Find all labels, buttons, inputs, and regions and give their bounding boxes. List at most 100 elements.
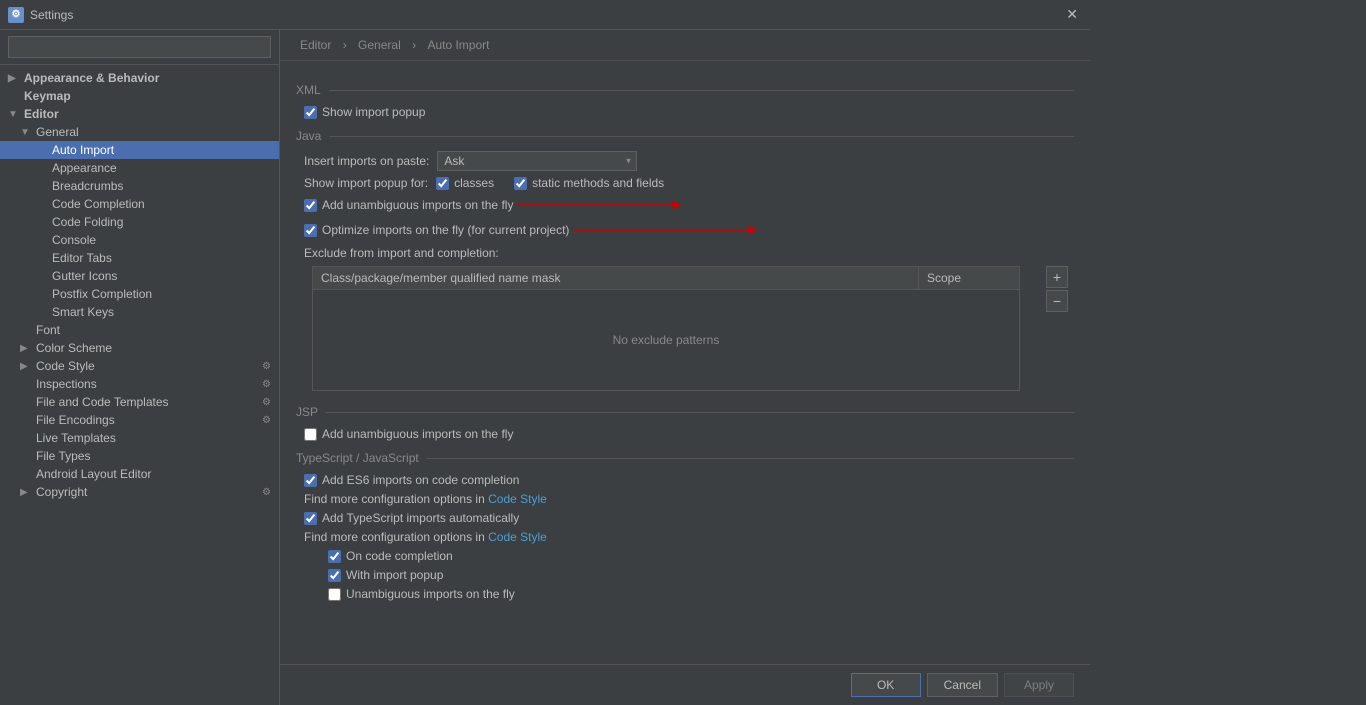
gear-icon: ⚙ bbox=[262, 487, 271, 498]
sidebar-label: Console bbox=[52, 233, 96, 247]
sidebar-item-console[interactable]: Console bbox=[0, 231, 279, 249]
sidebar-item-appearance-behavior[interactable]: ▶ Appearance & Behavior bbox=[0, 69, 279, 87]
ok-button[interactable]: OK bbox=[851, 673, 921, 697]
unambiguous-imports-label[interactable]: Unambiguous imports on the fly bbox=[328, 587, 515, 601]
exclude-table-container: Class/package/member qualified name mask… bbox=[304, 266, 1042, 391]
unambiguous-imports-row: Unambiguous imports on the fly bbox=[320, 587, 1074, 601]
show-import-popup-checkbox-label[interactable]: Show import popup bbox=[304, 105, 425, 119]
tree-arrow: ▶ bbox=[20, 361, 34, 372]
sidebar-label: Live Templates bbox=[36, 431, 116, 445]
gear-icon: ⚙ bbox=[262, 379, 271, 390]
apply-button[interactable]: Apply bbox=[1004, 673, 1074, 697]
jsp-section-header: JSP bbox=[296, 405, 1074, 419]
table-col-name: Class/package/member qualified name mask bbox=[313, 267, 919, 289]
sidebar-item-file-encodings[interactable]: File Encodings ⚙ bbox=[0, 411, 279, 429]
sidebar-label: Appearance bbox=[52, 161, 117, 175]
jsp-add-unambiguous-text: Add unambiguous imports on the fly bbox=[322, 427, 513, 441]
add-ts-imports-label[interactable]: Add TypeScript imports automatically bbox=[304, 511, 519, 525]
exclude-label: Exclude from import and completion: bbox=[304, 246, 499, 260]
sidebar-item-postfix-completion[interactable]: Postfix Completion bbox=[0, 285, 279, 303]
on-code-completion-checkbox[interactable] bbox=[328, 550, 341, 563]
static-methods-checkbox-label[interactable]: static methods and fields bbox=[514, 176, 664, 190]
sidebar-item-auto-import[interactable]: Auto Import bbox=[0, 141, 279, 159]
show-popup-label: Show import popup for: bbox=[304, 176, 428, 190]
with-import-popup-label[interactable]: With import popup bbox=[328, 568, 443, 582]
jsp-add-unambiguous-checkbox[interactable] bbox=[304, 428, 317, 441]
code-style-link-1[interactable]: Code Style bbox=[488, 492, 547, 506]
section-divider bbox=[326, 412, 1074, 413]
sidebar-label: Keymap bbox=[24, 89, 71, 103]
sidebar-label: General bbox=[36, 125, 79, 139]
add-unambiguous-checkbox[interactable] bbox=[304, 199, 317, 212]
search-input[interactable] bbox=[8, 36, 271, 58]
sidebar-label: File Encodings bbox=[36, 413, 115, 427]
breadcrumb-general: General bbox=[358, 38, 401, 52]
jsp-add-unambiguous-label[interactable]: Add unambiguous imports on the fly bbox=[304, 427, 513, 441]
java-section-header: Java bbox=[296, 129, 1074, 143]
add-es6-label[interactable]: Add ES6 imports on code completion bbox=[304, 473, 519, 487]
show-popup-for-row: Show import popup for: classes static me… bbox=[296, 176, 1074, 190]
sidebar-item-code-style[interactable]: ▶ Code Style ⚙ bbox=[0, 357, 279, 375]
with-import-popup-row: With import popup bbox=[320, 568, 1074, 582]
sidebar-item-editor[interactable]: ▼ Editor bbox=[0, 105, 279, 123]
sidebar-item-general[interactable]: ▼ General bbox=[0, 123, 279, 141]
sidebar-label: Code Completion bbox=[52, 197, 145, 211]
sidebar-label: Code Style bbox=[36, 359, 95, 373]
sidebar-item-inspections[interactable]: Inspections ⚙ bbox=[0, 375, 279, 393]
add-ts-imports-checkbox[interactable] bbox=[304, 512, 317, 525]
sidebar-item-breadcrumbs[interactable]: Breadcrumbs bbox=[0, 177, 279, 195]
code-style-link-2[interactable]: Code Style bbox=[488, 530, 547, 544]
sidebar-label: Editor Tabs bbox=[52, 251, 112, 265]
unambiguous-imports-text: Unambiguous imports on the fly bbox=[346, 587, 515, 601]
settings-tree: ▶ Appearance & Behavior Keymap ▼ Editor … bbox=[0, 65, 279, 705]
sidebar-item-gutter-icons[interactable]: Gutter Icons bbox=[0, 267, 279, 285]
unambiguous-imports-checkbox[interactable] bbox=[328, 588, 341, 601]
static-methods-checkbox[interactable] bbox=[514, 177, 527, 190]
sidebar-item-copyright[interactable]: ▶ Copyright ⚙ bbox=[0, 483, 279, 501]
tree-arrow: ▶ bbox=[20, 487, 34, 498]
sidebar-item-live-templates[interactable]: Live Templates bbox=[0, 429, 279, 447]
add-es6-row: Add ES6 imports on code completion bbox=[296, 473, 1074, 487]
sidebar-item-code-folding[interactable]: Code Folding bbox=[0, 213, 279, 231]
show-import-popup-checkbox[interactable] bbox=[304, 106, 317, 119]
add-pattern-button[interactable]: + bbox=[1046, 266, 1068, 288]
add-unambiguous-label[interactable]: Add unambiguous imports on the fly bbox=[304, 198, 513, 212]
tree-arrow: ▼ bbox=[20, 127, 34, 138]
optimize-imports-checkbox[interactable] bbox=[304, 224, 317, 237]
add-unambiguous-text: Add unambiguous imports on the fly bbox=[322, 198, 513, 212]
ts-label: TypeScript / JavaScript bbox=[296, 451, 419, 465]
sidebar-item-keymap[interactable]: Keymap bbox=[0, 87, 279, 105]
ts-section-header: TypeScript / JavaScript bbox=[296, 451, 1074, 465]
sidebar-item-file-and-code-templates[interactable]: File and Code Templates ⚙ bbox=[0, 393, 279, 411]
insert-imports-select[interactable]: Ask Always Never bbox=[437, 151, 637, 171]
sidebar-item-code-completion[interactable]: Code Completion bbox=[0, 195, 279, 213]
on-code-completion-row: On code completion bbox=[320, 549, 1074, 563]
sidebar-label: Postfix Completion bbox=[52, 287, 152, 301]
settings-icon: ⚙ bbox=[8, 7, 24, 23]
settings-sidebar: ▶ Appearance & Behavior Keymap ▼ Editor … bbox=[0, 30, 280, 705]
sidebar-item-file-types[interactable]: File Types bbox=[0, 447, 279, 465]
add-es6-checkbox[interactable] bbox=[304, 474, 317, 487]
sidebar-item-editor-tabs[interactable]: Editor Tabs bbox=[0, 249, 279, 267]
show-import-popup-text: Show import popup bbox=[322, 105, 425, 119]
cancel-button[interactable]: Cancel bbox=[927, 673, 998, 697]
sidebar-label: Gutter Icons bbox=[52, 269, 117, 283]
remove-pattern-button[interactable]: − bbox=[1046, 290, 1068, 312]
close-button[interactable]: ✕ bbox=[1062, 4, 1082, 25]
sidebar-item-color-scheme[interactable]: ▶ Color Scheme bbox=[0, 339, 279, 357]
sidebar-item-appearance[interactable]: Appearance bbox=[0, 159, 279, 177]
on-code-completion-label[interactable]: On code completion bbox=[328, 549, 453, 563]
sidebar-item-android-layout-editor[interactable]: Android Layout Editor bbox=[0, 465, 279, 483]
red-arrow-2 bbox=[573, 220, 773, 240]
classes-checkbox-label[interactable]: classes bbox=[436, 176, 494, 190]
no-patterns-text: No exclude patterns bbox=[613, 333, 720, 347]
sidebar-item-smart-keys[interactable]: Smart Keys bbox=[0, 303, 279, 321]
sidebar-item-font[interactable]: Font bbox=[0, 321, 279, 339]
classes-checkbox[interactable] bbox=[436, 177, 449, 190]
with-import-popup-checkbox[interactable] bbox=[328, 569, 341, 582]
optimize-imports-label[interactable]: Optimize imports on the fly (for current… bbox=[304, 223, 569, 237]
sidebar-label: File and Code Templates bbox=[36, 395, 169, 409]
find-more-2-row: Find more configuration options in Code … bbox=[296, 530, 1074, 544]
section-divider bbox=[329, 136, 1074, 137]
on-code-completion-text: On code completion bbox=[346, 549, 453, 563]
